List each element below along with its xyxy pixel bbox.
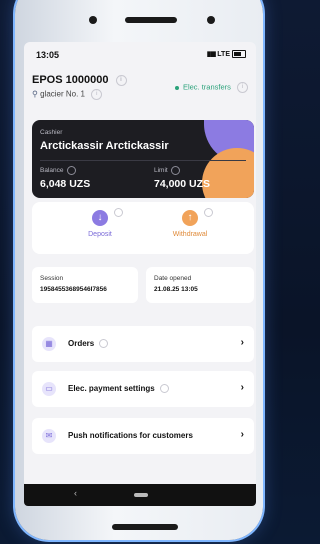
menu-item-text: Elec. payment settings (68, 384, 155, 393)
menu-item-orders[interactable]: ▦ Orders › (32, 326, 254, 362)
status-icons: ▮▮▮ LTE (207, 50, 246, 58)
menu-item-push-notifications[interactable]: ✉ Push notifications for customers › (32, 418, 254, 454)
date-opened-card: Date opened 21.08.25 13:05 (146, 267, 254, 303)
signal-icon: ▮▮▮ (206, 51, 217, 58)
info-icon[interactable] (114, 208, 123, 217)
balance-value: 6,048 UZS (40, 178, 91, 190)
info-icon[interactable]: i (115, 74, 127, 86)
cashier-name: Arctickassir Arctickassir (40, 140, 169, 152)
status-dot-icon (174, 85, 179, 90)
battery-icon (232, 50, 246, 58)
date-opened-value: 21.08.25 13:05 (154, 286, 198, 293)
front-camera (207, 16, 215, 24)
info-icon[interactable] (66, 166, 76, 175)
menu-item-label: Elec. payment settings (68, 384, 169, 394)
location-pin-icon: ⚲ (32, 89, 38, 99)
front-sensor (89, 16, 97, 24)
android-nav-bar: ‹ (24, 484, 256, 506)
chevron-right-icon: › (240, 429, 244, 440)
arrow-up-icon: ↑ (182, 210, 198, 226)
menu-item-label: Orders (68, 339, 109, 349)
status-bar: 13:05 ▮▮▮ LTE (36, 50, 246, 64)
date-opened-label: Date opened (154, 275, 192, 282)
info-icon[interactable] (204, 208, 213, 217)
card-decoration-orange (202, 148, 254, 198)
deposit-button[interactable]: ↓ Deposit (60, 208, 140, 238)
app-screen: 13:05 ▮▮▮ LTE EPOS 1000000 i ⚲ glacier N… (24, 42, 256, 488)
info-icon[interactable]: i (237, 82, 248, 93)
balance-label: Balance (40, 166, 76, 175)
location-text: glacier No. 1 (40, 89, 86, 99)
menu-item-elec-payment-settings[interactable]: ▭ Elec. payment settings › (32, 371, 254, 407)
menu-item-text: Orders (68, 339, 95, 348)
info-icon[interactable] (159, 384, 169, 394)
cashier-card: Cashier Arctickassir Arctickassir Balanc… (32, 120, 254, 198)
back-icon[interactable]: ‹ (74, 488, 77, 498)
limit-label-text: Limit (154, 167, 168, 175)
menu-item-label: Push notifications for customers (68, 431, 193, 440)
cashier-role-label: Cashier (40, 129, 63, 136)
info-icon[interactable] (170, 166, 180, 175)
cash-actions: ↓ Deposit ↑ Withdrawal (32, 202, 254, 254)
home-icon[interactable] (134, 493, 148, 497)
phone-bottom-bezel (112, 524, 178, 530)
withdrawal-label: Withdrawal (172, 231, 208, 238)
chat-icon: ✉ (42, 429, 56, 443)
withdrawal-button[interactable]: ↑ Withdrawal (150, 208, 230, 238)
elec-transfers-label: Elec. transfers (182, 82, 231, 92)
deposit-label: Deposit (88, 231, 112, 238)
speaker-grille (125, 17, 177, 23)
status-time: 13:05 (36, 50, 60, 60)
pos-header: EPOS 1000000 i ⚲ glacier No. 1 i Elec. t… (32, 74, 248, 110)
pos-title: EPOS 1000000 i (32, 74, 127, 86)
chevron-right-icon: › (240, 382, 244, 393)
limit-label: Limit (154, 166, 180, 175)
location: ⚲ glacier No. 1 i (32, 89, 103, 100)
card-divider (40, 160, 246, 161)
info-icon[interactable] (99, 339, 109, 349)
card-icon: ▭ (42, 382, 56, 396)
session-value: 19584553689546I7856 (40, 286, 107, 293)
phone-top-bezel (61, 16, 231, 28)
limit-value: 74,000 UZS (154, 178, 211, 190)
balance-label-text: Balance (40, 167, 64, 175)
session-card: Session 19584553689546I7856 (32, 267, 138, 303)
elec-transfers-status[interactable]: Elec. transfers i (174, 82, 248, 93)
chevron-right-icon: › (240, 337, 244, 348)
session-label: Session (40, 275, 64, 282)
info-icon[interactable]: i (91, 89, 103, 100)
pos-title-text: EPOS 1000000 (32, 74, 109, 86)
orders-icon: ▦ (42, 337, 56, 351)
arrow-down-icon: ↓ (92, 210, 108, 226)
network-label: LTE (217, 50, 230, 58)
